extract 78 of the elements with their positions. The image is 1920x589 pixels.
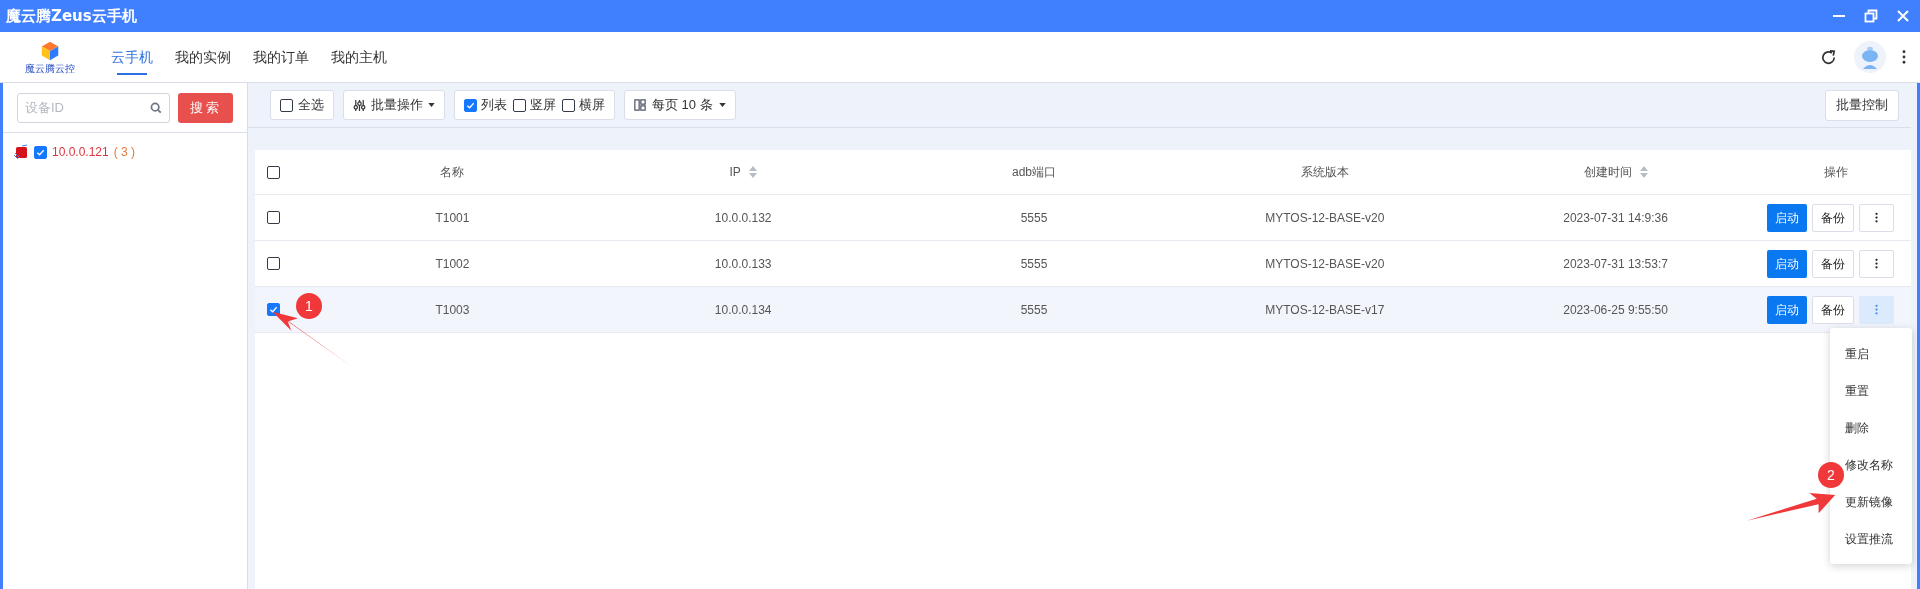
menu-item[interactable]: 重启 xyxy=(1845,344,1869,363)
table-cell-text: 2023-07-31 14:9:36 xyxy=(1563,209,1668,227)
check-icon xyxy=(36,147,45,157)
restore-icon[interactable] xyxy=(1864,9,1878,23)
start-button[interactable]: 启动 xyxy=(1767,249,1807,278)
menu-item[interactable]: 重置 xyxy=(1845,381,1869,400)
nav-tab[interactable]: 我的订单 xyxy=(242,32,320,82)
table-cell-text: 5555 xyxy=(1020,209,1048,227)
caret-icon xyxy=(718,103,726,107)
sliders-icon xyxy=(353,98,366,112)
row-checkbox[interactable] xyxy=(267,303,280,316)
nav-tab[interactable]: 我的实例 xyxy=(164,32,242,82)
table-cell-text: MYTOS-12-BASE-v20 xyxy=(1265,209,1385,227)
check-icon xyxy=(269,305,278,314)
device-id-search-field[interactable]: 设备ID xyxy=(17,92,170,123)
checkbox-label: 横屏 xyxy=(579,96,605,115)
menu-item[interactable]: 删除 xyxy=(1845,418,1869,437)
device-count: ( 3 ) xyxy=(113,144,136,161)
column-header: IP xyxy=(729,164,741,181)
table-cell-text: 5555 xyxy=(1020,301,1048,319)
table-cell-text: 10.0.0.132 xyxy=(714,209,772,227)
view-checkbox[interactable] xyxy=(464,98,477,112)
backup-button[interactable]: 备份 xyxy=(1812,203,1854,232)
backup-button[interactable]: 备份 xyxy=(1812,249,1854,278)
column-header: 创建时间 xyxy=(1583,164,1632,181)
cube-logo-icon xyxy=(39,40,61,62)
kebab-icon xyxy=(1875,258,1878,269)
start-button[interactable]: 启动 xyxy=(1767,295,1807,324)
table-cell-text: T1001 xyxy=(435,209,470,227)
checkbox-label: 竖屏 xyxy=(530,96,556,115)
table-cell-text: T1003 xyxy=(435,301,470,319)
batch-operation-dropdown[interactable]: 批量操作 xyxy=(343,90,445,120)
batch-control-button[interactable]: 批量控制 xyxy=(1825,89,1899,121)
table-cell-text: 5555 xyxy=(1020,255,1048,273)
search-button[interactable]: 搜索 xyxy=(178,92,233,123)
backup-button[interactable]: 备份 xyxy=(1812,295,1854,324)
window-title: 魔云腾Zeus云手机 xyxy=(6,5,137,27)
nav-tab[interactable]: 我的主机 xyxy=(320,32,398,82)
refresh-icon[interactable] xyxy=(1819,47,1838,67)
table-cell-text: 2023-07-31 13:53:7 xyxy=(1563,255,1668,273)
table-cell-text: 10.0.0.134 xyxy=(714,301,772,319)
header-checkbox[interactable] xyxy=(267,165,280,179)
checkbox-label: 列表 xyxy=(481,96,507,115)
host-ip-label[interactable]: 10.0.0.121 xyxy=(52,143,109,161)
robot-avatar-icon[interactable] xyxy=(1854,41,1886,73)
layout-icon xyxy=(634,99,646,111)
page-size-dropdown[interactable]: 每页 10 条 xyxy=(624,90,736,120)
tree-checkbox[interactable] xyxy=(34,145,47,159)
column-header: 系统版本 xyxy=(1300,164,1349,181)
close-icon[interactable] xyxy=(1896,9,1910,23)
caret-icon xyxy=(428,103,435,107)
row-checkbox[interactable] xyxy=(267,257,280,270)
column-header: 名称 xyxy=(440,164,465,181)
table-cell-text: T1002 xyxy=(435,255,470,273)
check-icon xyxy=(466,100,475,110)
table-cell-text: 2023-06-25 9:55:50 xyxy=(1563,301,1668,319)
kebab-icon xyxy=(1875,212,1878,223)
view-checkbox[interactable] xyxy=(513,98,526,112)
menu-item[interactable]: 修改名称 xyxy=(1845,455,1893,474)
row-checkbox[interactable] xyxy=(267,211,280,224)
more-icon[interactable] xyxy=(1902,50,1906,64)
menu-item[interactable]: 更新镜像 xyxy=(1845,492,1893,511)
search-icon[interactable] xyxy=(150,101,162,114)
server-icon xyxy=(13,144,29,160)
table-cell-text: 10.0.0.133 xyxy=(714,255,772,273)
table-cell-text: MYTOS-12-BASE-v17 xyxy=(1265,301,1385,319)
menu-item[interactable]: 设置推流 xyxy=(1845,529,1893,548)
start-button[interactable]: 启动 xyxy=(1767,203,1807,232)
column-header: adb端口 xyxy=(1011,164,1056,181)
view-checkbox[interactable] xyxy=(562,98,575,112)
kebab-icon xyxy=(1875,304,1878,315)
column-header: 操作 xyxy=(1824,164,1848,181)
nav-tab[interactable]: 云手机 xyxy=(100,32,164,82)
logo-text: 魔云腾云控 xyxy=(25,64,75,74)
table-cell-text: MYTOS-12-BASE-v20 xyxy=(1265,255,1385,273)
checkbox-label: 全选 xyxy=(298,96,324,115)
select-all-control[interactable]: 全选 xyxy=(270,90,334,120)
checkbox[interactable] xyxy=(280,98,293,112)
